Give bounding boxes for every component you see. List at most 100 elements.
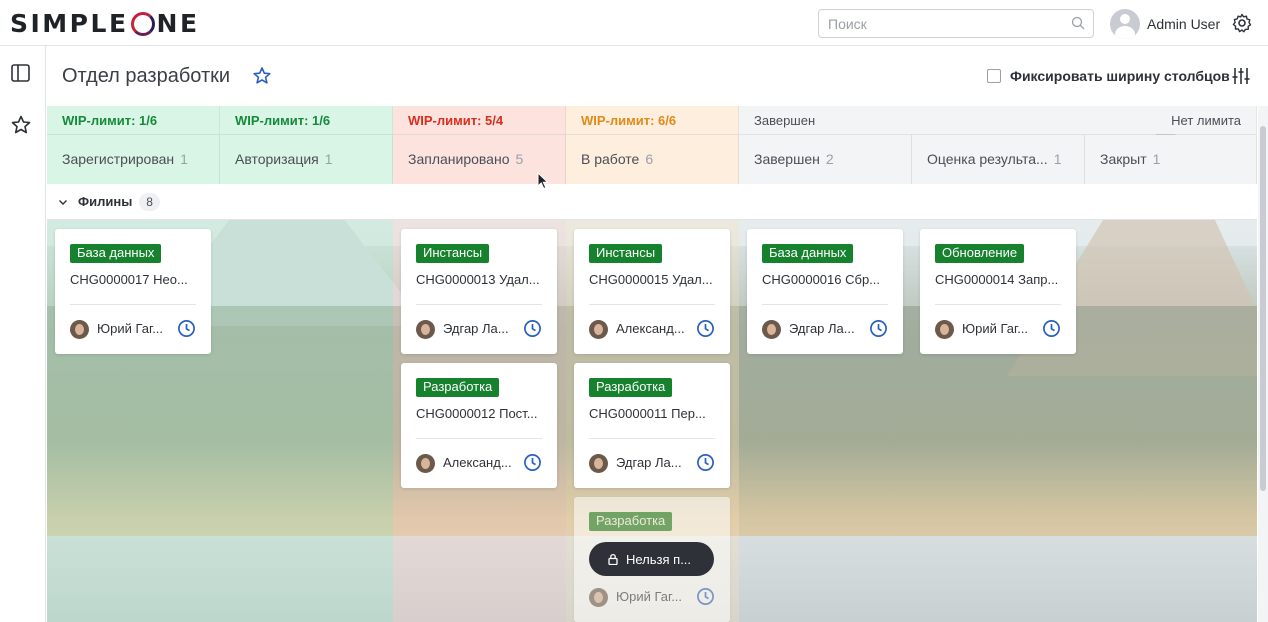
assignee-avatar — [935, 320, 954, 339]
clock-icon[interactable] — [523, 319, 542, 338]
gear-icon[interactable] — [1232, 13, 1252, 33]
column-count: 1 — [180, 151, 188, 167]
column-count: 1 — [1053, 151, 1062, 167]
clock-icon[interactable] — [869, 319, 888, 338]
fix-width-checkbox[interactable] — [987, 69, 1001, 83]
assignee-avatar — [416, 454, 435, 473]
clock-icon[interactable] — [523, 453, 542, 472]
card-divider — [416, 304, 542, 305]
column-header-completed[interactable]: Завершен 2 — [739, 135, 912, 185]
swimlane-name: Филины — [78, 194, 133, 209]
clock-icon[interactable] — [696, 587, 715, 606]
column-name: Закрыт — [1100, 151, 1147, 167]
lock-icon — [608, 553, 618, 565]
card-divider — [589, 438, 715, 439]
card-tag: Разработка — [589, 512, 673, 531]
left-sidebar — [0, 46, 46, 622]
mouse-cursor-icon — [537, 172, 549, 190]
card-title: CHG0000012 Пост... — [416, 406, 538, 421]
clock-icon[interactable] — [177, 319, 196, 338]
assignee-avatar — [589, 320, 608, 339]
column-count: 2 — [825, 151, 834, 167]
column-name: В работе — [581, 151, 640, 167]
column-header-evaluation[interactable]: Оценка результа... 1 — [912, 135, 1085, 185]
wip-limit-row: WIP-лимит: 1/6 WIP-лимит: 1/6 WIP-лимит:… — [47, 106, 1257, 134]
column-count: 6 — [645, 151, 654, 167]
card-assignee: Александ... — [443, 455, 512, 470]
card-tag: База данных — [762, 244, 854, 263]
column-header-authorization[interactable]: Авторизация 1 — [220, 135, 393, 185]
swimlane-header[interactable]: Филины 8 — [47, 184, 1257, 220]
card-assignee: Эдгар Ла... — [789, 321, 855, 336]
card-assignee: Юрий Гаг... — [97, 321, 164, 336]
assignee-avatar — [70, 320, 89, 339]
wip-limit-authorization: WIP-лимит: 1/6 — [220, 106, 393, 134]
card-assignee: Эдгар Ла... — [443, 321, 509, 336]
page-title: Отдел разработки — [62, 65, 231, 87]
wip-limit-registered: WIP-лимит: 1/6 — [47, 106, 220, 134]
column-name: Зарегистрирован — [62, 151, 175, 167]
card-tag: Обновление — [935, 244, 1025, 263]
card-divider — [589, 304, 715, 305]
user-menu[interactable]: Admin User — [1110, 9, 1220, 39]
assignee-avatar — [589, 454, 608, 473]
column-count: 1 — [1152, 151, 1161, 167]
search-input[interactable]: Поиск — [818, 9, 1094, 38]
tooltip-text: Нельзя п... — [626, 551, 692, 567]
kanban-card[interactable]: Инстансы CHG0000015 Удал... Александ... — [574, 229, 730, 354]
column-header-registered[interactable]: Зарегистрирован 1 — [47, 135, 220, 185]
page-header: Отдел разработки Фиксировать ширину стол… — [47, 46, 1268, 106]
card-tag: Инстансы — [416, 244, 490, 263]
column-name: Авторизация — [235, 151, 319, 167]
card-tag: Инстансы — [589, 244, 663, 263]
wip-limit-planned: WIP-лимит: 5/4 — [393, 106, 566, 134]
card-assignee: Александ... — [616, 321, 685, 336]
wip-limit-in-progress: WIP-лимит: 6/6 — [566, 106, 739, 134]
kanban-card[interactable]: Разработка CHG0000012 Пост... Александ..… — [401, 363, 557, 488]
top-bar: SIMPLE NE Поиск Admin User — [0, 0, 1268, 46]
column-header-row: Зарегистрирован 1 Авторизация 1 Запланиров… — [47, 134, 1257, 185]
logo[interactable]: SIMPLE NE — [10, 9, 200, 38]
clock-icon[interactable] — [1042, 319, 1061, 338]
assignee-avatar — [589, 588, 608, 607]
card-assignee: Эдгар Ла... — [616, 455, 682, 470]
kanban-card[interactable]: Разработка CHG0000011 Пер... Эдгар Ла... — [574, 363, 730, 488]
card-title: CHG0000015 Удал... — [589, 272, 713, 287]
scrollbar-thumb[interactable] — [1260, 126, 1266, 491]
card-title: CHG0000013 Удал... — [416, 272, 540, 287]
search-icon — [1071, 16, 1085, 30]
card-divider — [70, 304, 196, 305]
sliders-icon[interactable] — [1231, 66, 1251, 86]
chevron-down-icon[interactable] — [57, 196, 69, 208]
clock-icon[interactable] — [696, 319, 715, 338]
card-title: CHG0000011 Пер... — [589, 406, 706, 421]
logo-ring-icon — [130, 11, 155, 36]
kanban-board: WIP-лимит: 1/6 WIP-лимит: 1/6 WIP-лимит:… — [47, 106, 1257, 622]
wip-completed-label: Завершен — [754, 113, 816, 128]
kanban-card[interactable]: Инстансы CHG0000013 Удал... Эдгар Ла... — [401, 229, 557, 354]
user-avatar — [1110, 9, 1140, 39]
logo-text-left: SIMPLE — [10, 9, 129, 38]
star-icon[interactable] — [252, 66, 272, 86]
column-name: Оценка результа... — [927, 151, 1048, 167]
column-name: Запланировано — [408, 151, 510, 167]
kanban-card[interactable]: База данных CHG0000016 Сбр... Эдгар Ла..… — [747, 229, 903, 354]
vertical-scrollbar[interactable] — [1258, 106, 1268, 622]
kanban-card[interactable]: Обновление CHG0000014 Запр... Юрий Гаг..… — [920, 229, 1076, 354]
card-title: CHG0000016 Сбр... — [762, 272, 881, 287]
kanban-card[interactable]: База данных CHG0000017 Нео... Юрий Гаг..… — [55, 229, 211, 354]
card-tag: Разработка — [416, 378, 500, 397]
column-count: 5 — [515, 151, 524, 167]
column-header-in-progress[interactable]: В работе 6 — [566, 135, 739, 185]
swimlane-count: 8 — [139, 192, 160, 211]
clock-icon[interactable] — [696, 453, 715, 472]
favorites-star-icon[interactable] — [10, 114, 32, 136]
card-tag: База данных — [70, 244, 162, 263]
card-title: CHG0000017 Нео... — [70, 272, 188, 287]
wip-limit-completed: Завершен Нет лимита — [739, 106, 1257, 134]
fix-width-toggle[interactable]: Фиксировать ширину столбцов — [987, 68, 1230, 84]
card-divider — [762, 304, 888, 305]
column-header-closed[interactable]: Закрыт 1 — [1085, 135, 1257, 185]
sidebar-toggle-icon[interactable] — [10, 62, 32, 84]
wip-no-limit: Нет лимита — [1171, 113, 1241, 128]
